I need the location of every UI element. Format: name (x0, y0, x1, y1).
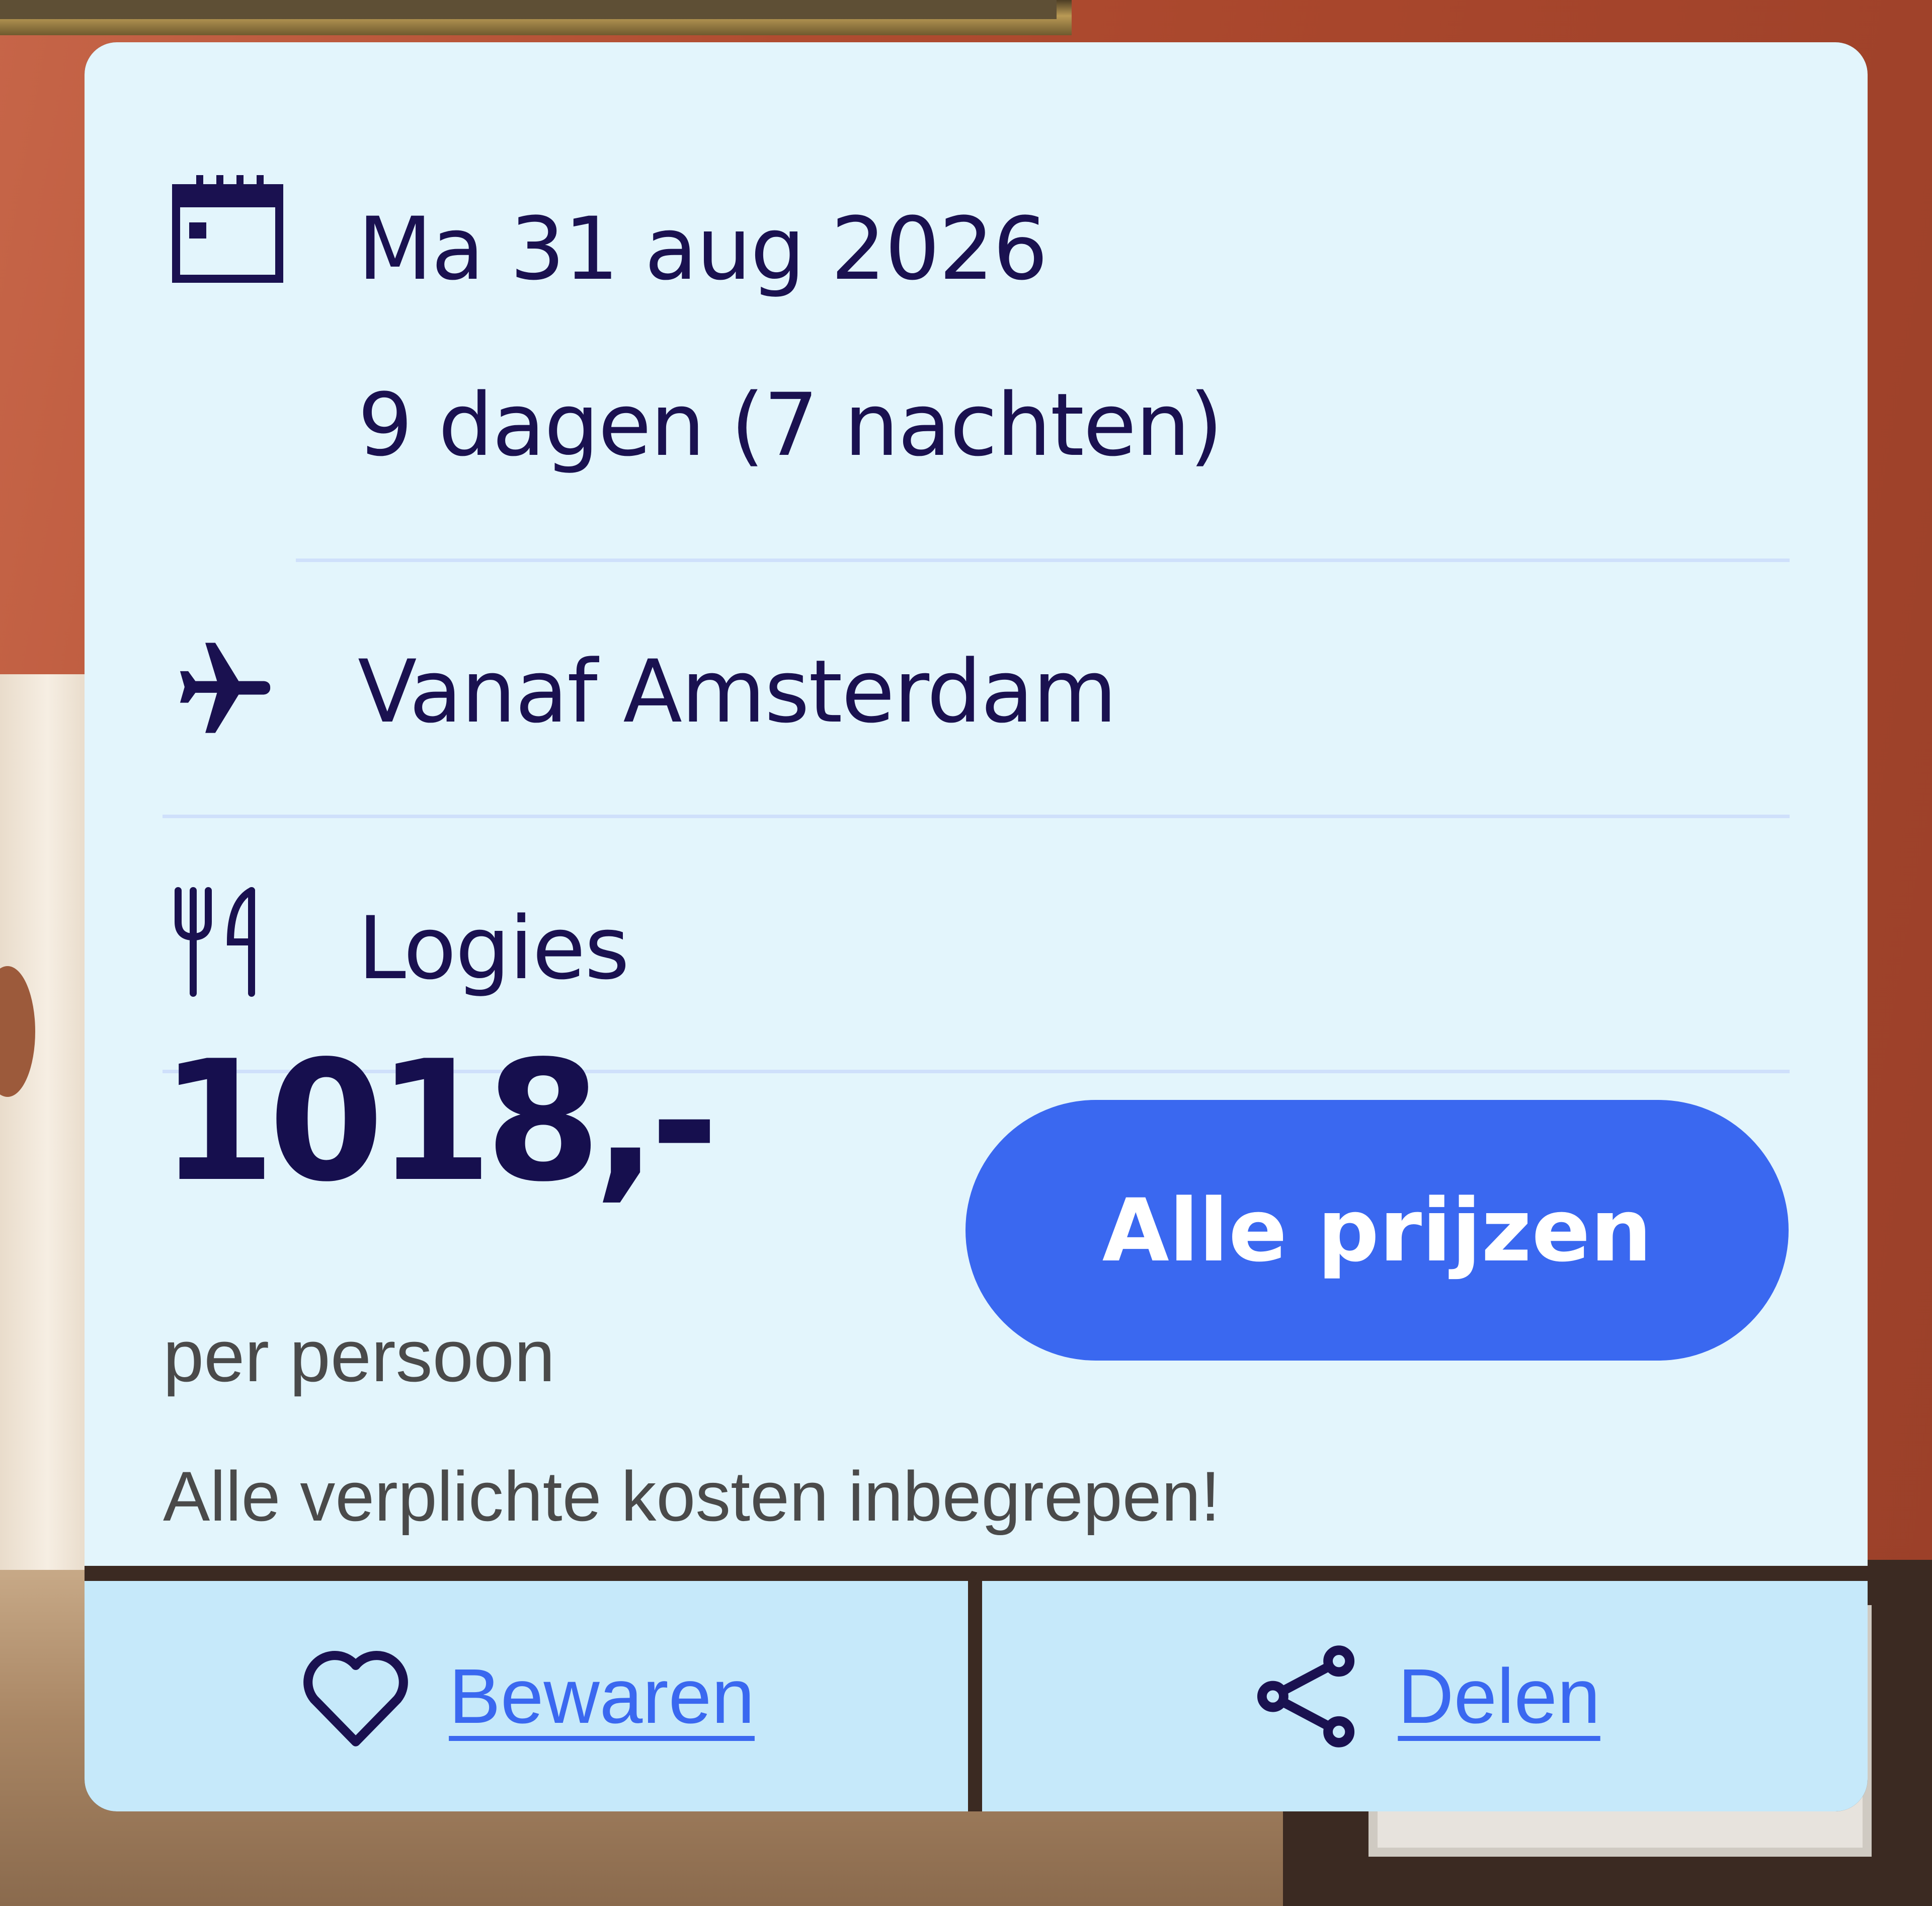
trip-date: Ma 31 aug 2026 (358, 198, 1048, 299)
board-type: Logies (358, 898, 629, 999)
departure-row: Vanaf Amsterdam (85, 621, 1868, 752)
departure-location: Vanaf Amsterdam (358, 641, 1117, 742)
price-note: Alle verplichte kosten inbegrepen! (163, 1457, 1221, 1536)
share-button[interactable]: Delen (982, 1581, 1868, 1811)
save-button[interactable]: Bewaren (85, 1581, 968, 1811)
divider (296, 559, 1790, 562)
price-amount: 1018,- (160, 1025, 719, 1218)
cutlery-icon (171, 887, 262, 997)
trip-details-panel: Ma 31 aug 2026 9 dagen (7 nachten) Vanaf… (85, 42, 1868, 1566)
duration-row: 9 dagen (7 nachten) (85, 354, 1868, 475)
trip-summary-card: Ma 31 aug 2026 9 dagen (7 nachten) Vanaf… (85, 42, 1868, 1811)
airplane-icon (171, 636, 279, 744)
background-picture-frame (0, 0, 1072, 35)
date-row: Ma 31 aug 2026 (85, 168, 1868, 319)
share-icon (1249, 1640, 1362, 1753)
all-prices-button[interactable]: Alle prijzen (965, 1100, 1789, 1361)
share-label[interactable]: Delen (1398, 1652, 1600, 1741)
divider (163, 815, 1790, 818)
heart-icon (298, 1643, 414, 1749)
price-unit: per persoon (163, 1315, 555, 1397)
save-label[interactable]: Bewaren (449, 1652, 755, 1741)
board-row: Logies (85, 878, 1868, 1008)
calendar-icon (171, 173, 284, 284)
trip-duration: 9 dagen (7 nachten) (358, 374, 1223, 475)
